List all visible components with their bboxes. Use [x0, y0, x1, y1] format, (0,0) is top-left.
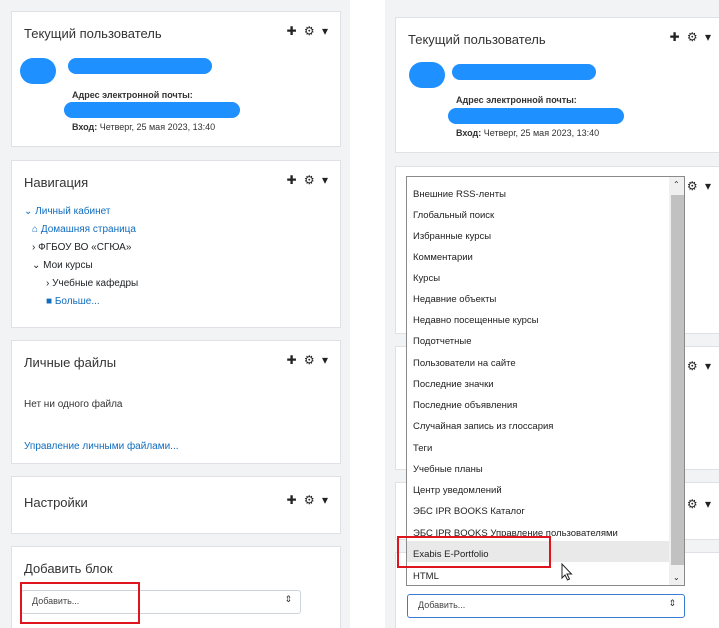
chevron-right-icon: › — [32, 242, 36, 253]
email-label: Адрес электронной почты: — [456, 95, 577, 105]
block-controls: ✚ ⚙ ▾ — [669, 30, 713, 44]
caret-down-icon[interactable]: ▾ — [705, 179, 713, 193]
avatar — [409, 62, 445, 88]
block-controls: ✚ ⚙ ▾ — [286, 493, 330, 507]
move-icon[interactable]: ✚ — [286, 24, 298, 38]
caret-down-icon[interactable]: ▾ — [322, 493, 330, 507]
gear-icon[interactable]: ⚙ — [687, 179, 700, 193]
nav-item-my-courses[interactable]: ⌄ Мои курсы — [32, 260, 93, 271]
chevron-right-icon: › — [46, 278, 50, 289]
caret-down-icon[interactable]: ▾ — [322, 24, 330, 38]
redacted-email — [64, 102, 240, 118]
move-icon[interactable]: ✚ — [286, 493, 298, 507]
nav-item-home[interactable]: ⌂ Домашняя страница — [32, 224, 136, 235]
block-controls: ⚙ ▾ — [687, 359, 713, 373]
login-label: Вход: — [456, 128, 482, 138]
dropdown-option[interactable]: Подотчетные — [413, 336, 472, 347]
gear-icon[interactable]: ⚙ — [304, 24, 317, 38]
dropdown-option[interactable]: Последние объявления — [413, 400, 517, 411]
nav-item-departments[interactable]: › Учебные кафедры — [46, 278, 138, 289]
right-current-user-block: Текущий пользователь ✚ ⚙ ▾ Адрес электро… — [395, 17, 719, 153]
left-settings-block: Настройки ✚ ⚙ ▾ — [11, 476, 341, 534]
dropdown-option[interactable]: Центр уведомлений — [413, 485, 502, 496]
caret-down-icon[interactable]: ▾ — [705, 359, 713, 373]
block-title: Навигация — [24, 175, 89, 190]
avatar — [20, 58, 56, 84]
block-controls: ⚙ ▾ — [687, 179, 713, 193]
gear-icon[interactable]: ⚙ — [304, 173, 317, 187]
dropdown-option[interactable]: Учебные планы — [413, 464, 483, 475]
dropdown-option[interactable]: Комментарии — [413, 252, 473, 263]
add-block-select-open[interactable]: Добавить... ⇕ — [407, 594, 685, 618]
nav-item-university[interactable]: › ФГБОУ ВО «СГЮА» — [32, 242, 131, 253]
redacted-name — [452, 64, 596, 80]
dropdown-option[interactable]: Избранные курсы — [413, 231, 491, 242]
nav-item-more[interactable]: ■ Больше... — [46, 296, 100, 307]
email-label: Адрес электронной почты: — [72, 90, 193, 100]
dropdown-option[interactable]: ЭБС IPR BOOKS Каталог — [413, 506, 525, 517]
left-private-files-block: Личные файлы ✚ ⚙ ▾ Нет ни одного файла У… — [11, 340, 341, 464]
select-value: Добавить... — [418, 600, 466, 610]
dropdown-option[interactable]: Внешние RSS-ленты — [413, 189, 506, 200]
caret-down-icon[interactable]: ▾ — [705, 497, 713, 511]
dropdown-option[interactable]: Недавние объекты — [413, 294, 496, 305]
highlight-exabis-option — [397, 536, 551, 568]
scrollbar-thumb[interactable] — [671, 195, 684, 565]
login-info: Вход: Четверг, 25 мая 2023, 13:40 — [72, 122, 215, 132]
login-info: Вход: Четверг, 25 мая 2023, 13:40 — [456, 128, 599, 138]
dropdown-option[interactable]: Теги — [413, 443, 432, 454]
block-controls: ✚ ⚙ ▾ — [286, 353, 330, 367]
scroll-down-icon[interactable]: ⌄ — [673, 573, 680, 582]
gear-icon[interactable]: ⚙ — [304, 353, 317, 367]
redacted-email — [448, 108, 624, 124]
scroll-up-icon[interactable]: ⌃ — [673, 180, 680, 189]
block-title: Текущий пользователь — [24, 26, 162, 41]
left-navigation-block: Навигация ✚ ⚙ ▾ ⌄ Личный кабинет ⌂ Домаш… — [11, 160, 341, 328]
dropdown-option[interactable]: HTML — [413, 571, 439, 582]
login-label: Вход: — [72, 122, 98, 132]
empty-files-text: Нет ни одного файла — [24, 399, 123, 410]
redacted-name — [68, 58, 212, 74]
dropdown-option[interactable]: Глобальный поиск — [413, 210, 494, 221]
gear-icon[interactable]: ⚙ — [687, 359, 700, 373]
block-controls: ✚ ⚙ ▾ — [286, 173, 330, 187]
caret-down-icon[interactable]: ▾ — [705, 30, 713, 44]
block-controls: ⚙ ▾ — [687, 497, 713, 511]
square-icon: ■ — [46, 296, 53, 307]
caret-down-icon[interactable]: ▾ — [322, 353, 330, 367]
nav-item-dashboard[interactable]: ⌄ Личный кабинет — [24, 206, 110, 217]
dropdown-option[interactable]: Пользователи на сайте — [413, 358, 516, 369]
gear-icon[interactable]: ⚙ — [687, 497, 700, 511]
block-title: Текущий пользователь — [408, 32, 546, 47]
block-title: Добавить блок — [24, 561, 113, 576]
gear-icon[interactable]: ⚙ — [304, 493, 317, 507]
login-value: Четверг, 25 мая 2023, 13:40 — [99, 122, 216, 132]
caret-down-icon[interactable]: ▾ — [322, 173, 330, 187]
mouse-cursor-icon — [561, 563, 573, 581]
block-type-dropdown[interactable]: ⌃ ⌄ Внешние RSS-ленты Глобальный поиск И… — [406, 176, 685, 586]
move-icon[interactable]: ✚ — [669, 30, 681, 44]
block-controls: ✚ ⚙ ▾ — [286, 24, 330, 38]
move-icon[interactable]: ✚ — [286, 353, 298, 367]
left-current-user-block: Текущий пользователь ✚ ⚙ ▾ Адрес электро… — [11, 11, 341, 147]
dropdown-option[interactable]: Недавно посещенные курсы — [413, 315, 538, 326]
updown-arrow-icon: ⇕ — [668, 598, 676, 608]
dropdown-option[interactable]: Последние значки — [413, 379, 494, 390]
highlight-add-select — [20, 582, 140, 624]
manage-files-link[interactable]: Управление личными файлами... — [24, 441, 179, 452]
block-title: Настройки — [24, 495, 88, 510]
login-value: Четверг, 25 мая 2023, 13:40 — [483, 128, 600, 138]
block-title: Личные файлы — [24, 355, 117, 370]
chevron-down-icon: ⌄ — [32, 260, 41, 271]
dropdown-option[interactable]: Курсы — [413, 273, 440, 284]
updown-arrow-icon: ⇕ — [284, 594, 292, 604]
home-icon: ⌂ — [32, 224, 39, 235]
chevron-down-icon: ⌄ — [24, 206, 33, 217]
gear-icon[interactable]: ⚙ — [687, 30, 700, 44]
dropdown-option[interactable]: Случайная запись из глоссария — [413, 421, 553, 432]
move-icon[interactable]: ✚ — [286, 173, 298, 187]
